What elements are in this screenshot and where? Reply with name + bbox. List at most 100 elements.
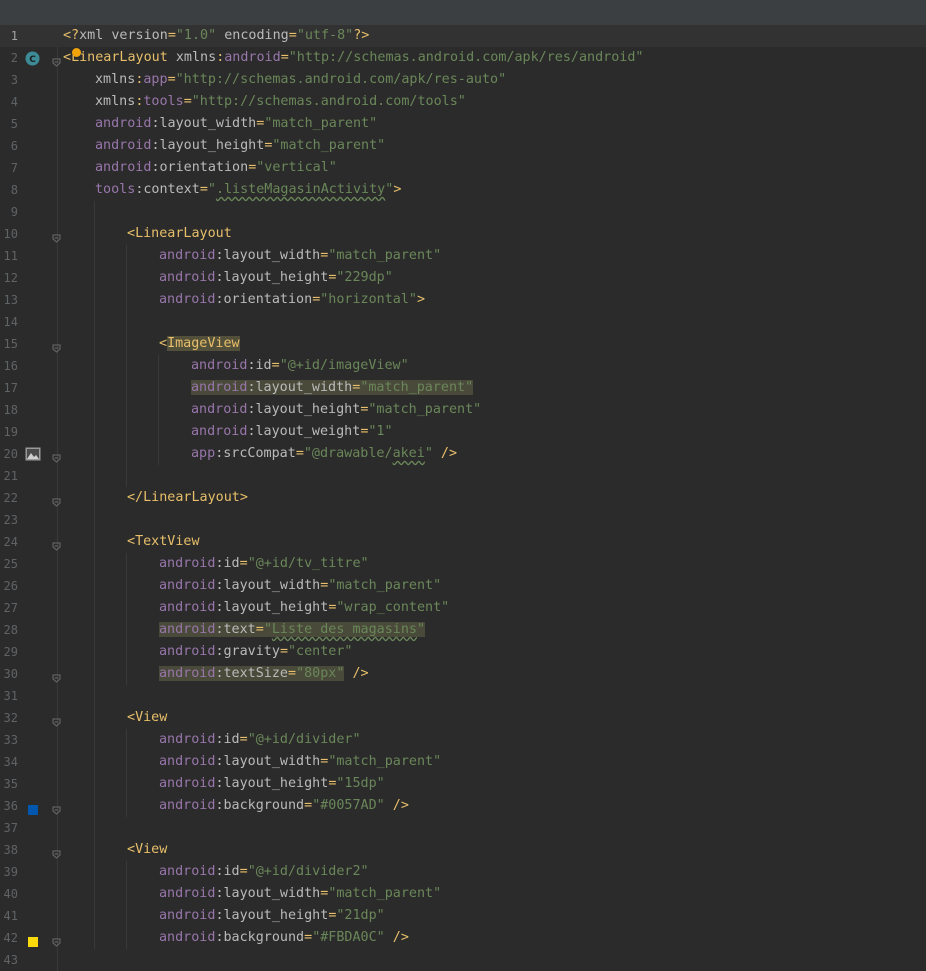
- code-token: =: [239, 864, 248, 879]
- line-number: 17: [3, 381, 18, 395]
- code-line[interactable]: 19 android:layout_weight="1": [0, 421, 926, 443]
- code-line[interactable]: 21: [0, 465, 926, 487]
- code-token: =: [295, 446, 304, 461]
- code-token: "1": [368, 424, 393, 439]
- code-line[interactable]: 23: [0, 509, 926, 531]
- code-token: :textSize: [215, 666, 288, 681]
- code-token: android: [159, 578, 216, 593]
- code-line[interactable]: 5 android:layout_width="match_parent": [0, 113, 926, 135]
- code-token: <?: [63, 28, 80, 43]
- code-text: android:layout_width="match_parent": [159, 245, 441, 267]
- line-number: 13: [3, 293, 18, 307]
- line-number: 25: [3, 557, 18, 571]
- code-line[interactable]: 9: [0, 201, 926, 223]
- code-line[interactable]: 13 android:orientation="horizontal">: [0, 289, 926, 311]
- code-line[interactable]: 2 C <LinearLayout xmlns:android="http://sc…: [0, 47, 926, 69]
- code-line[interactable]: 4 xmlns:tools="http://schemas.android.com…: [0, 91, 926, 113]
- code-line[interactable]: 12 android:layout_height="229dp": [0, 267, 926, 289]
- fold-toggle-icon[interactable]: [52, 845, 61, 859]
- code-token: :orientation: [215, 292, 313, 307]
- fold-toggle-icon[interactable]: [52, 713, 61, 727]
- code-line[interactable]: 24 <TextView: [0, 531, 926, 553]
- code-line[interactable]: 16 android:id="@+id/imageView": [0, 355, 926, 377]
- fold-toggle-icon[interactable]: [52, 229, 61, 243]
- code-line[interactable]: 14: [0, 311, 926, 333]
- code-line[interactable]: 40 android:layout_width="match_parent": [0, 883, 926, 905]
- code-line[interactable]: 35 android:layout_height="15dp": [0, 773, 926, 795]
- code-line[interactable]: 7 android:orientation="vertical": [0, 157, 926, 179]
- code-line[interactable]: 8 tools:context=".listeMagasinActivity">: [0, 179, 926, 201]
- code-token: :layout_width: [215, 754, 321, 769]
- indent-guide: [94, 201, 95, 949]
- code-text: android:id="@+id/divider": [159, 729, 361, 751]
- code-line[interactable]: 3 xmlns:app="http://schemas.android.com/a…: [0, 69, 926, 91]
- fold-toggle-icon[interactable]: [52, 801, 61, 815]
- code-line[interactable]: 38 <View: [0, 839, 926, 861]
- fold-toggle-icon[interactable]: [52, 669, 61, 683]
- fold-toggle-icon[interactable]: [52, 537, 61, 551]
- intention-bulb-icon[interactable]: [72, 48, 81, 57]
- code-token: "match_parent": [328, 754, 442, 769]
- code-line[interactable]: 29 android:gravity="center": [0, 641, 926, 663]
- code-token: =: [239, 732, 248, 747]
- code-token: android: [159, 908, 216, 923]
- code-line[interactable]: 18 android:layout_height="match_parent": [0, 399, 926, 421]
- code-line[interactable]: 37: [0, 817, 926, 839]
- fold-toggle-icon[interactable]: [52, 449, 61, 463]
- code-token: =: [167, 72, 176, 87]
- code-token: =: [167, 28, 176, 43]
- code-token: android: [159, 292, 216, 307]
- line-number: 3: [10, 73, 18, 87]
- code-line[interactable]: 10 <LinearLayout: [0, 223, 926, 245]
- code-text: <?xml version="1.0" encoding="utf-8"?>: [63, 25, 369, 47]
- code-text: android:layout_width="match_parent": [191, 377, 474, 399]
- code-editor[interactable]: 1 <?xml version="1.0" encoding="utf-8"?> 2…: [0, 25, 926, 971]
- code-line[interactable]: 36 android:background="#0057AD" />: [0, 795, 926, 817]
- code-line[interactable]: 17 android:layout_width="match_parent": [0, 377, 926, 399]
- code-line[interactable]: 43: [0, 949, 926, 971]
- code-line[interactable]: 20 app:srcCompat="@drawable/akei" />: [0, 443, 926, 465]
- code-text: android:layout_weight="1": [191, 421, 393, 443]
- line-number: 8: [10, 183, 18, 197]
- line-number: 41: [3, 909, 18, 923]
- code-line[interactable]: 6 android:layout_height="match_parent": [0, 135, 926, 157]
- code-token: android: [159, 666, 216, 681]
- code-text: android:id="@+id/imageView": [191, 355, 409, 377]
- fold-toggle-icon[interactable]: [52, 933, 61, 947]
- code-token: "http://schemas.android.com/apk/res/andr…: [288, 50, 644, 65]
- code-line[interactable]: 15 <ImageView: [0, 333, 926, 355]
- code-token: "1.0": [175, 28, 217, 43]
- code-token: android: [159, 864, 216, 879]
- code-line[interactable]: 11 android:layout_width="match_parent": [0, 245, 926, 267]
- code-token: android: [191, 358, 248, 373]
- code-line[interactable]: 42 android:background="#FBDA0C" />: [0, 927, 926, 949]
- code-line[interactable]: 30 android:textSize="80px" />: [0, 663, 926, 685]
- code-text: app:srcCompat="@drawable/akei" />: [191, 443, 457, 465]
- code-line[interactable]: 22 </LinearLayout>: [0, 487, 926, 509]
- code-line[interactable]: 1 <?xml version="1.0" encoding="utf-8"?>: [0, 25, 926, 47]
- code-token: "horizontal": [320, 292, 417, 307]
- code-token: =: [199, 182, 208, 197]
- code-token: :layout_height: [151, 138, 265, 153]
- line-number: 7: [10, 161, 18, 175]
- code-token: ": [417, 622, 426, 637]
- code-line[interactable]: 32 <View: [0, 707, 926, 729]
- code-line[interactable]: 26 android:layout_width="match_parent": [0, 575, 926, 597]
- indent-guide: [126, 245, 127, 487]
- code-line[interactable]: 28 android:text="Liste des magasins": [0, 619, 926, 641]
- code-line[interactable]: 41 android:layout_height="21dp": [0, 905, 926, 927]
- line-number: 30: [3, 667, 18, 681]
- code-token: View: [135, 842, 168, 857]
- code-line[interactable]: 39 android:id="@+id/divider2": [0, 861, 926, 883]
- code-line[interactable]: 25 android:id="@+id/tv_titre": [0, 553, 926, 575]
- code-line[interactable]: 33 android:id="@+id/divider": [0, 729, 926, 751]
- indent-guide: [126, 553, 127, 685]
- fold-toggle-icon[interactable]: [52, 53, 61, 67]
- fold-toggle-icon[interactable]: [52, 493, 61, 507]
- code-text: android:textSize="80px" />: [159, 663, 369, 685]
- code-line[interactable]: 27 android:layout_height="wrap_content": [0, 597, 926, 619]
- code-line[interactable]: 34 android:layout_width="match_parent": [0, 751, 926, 773]
- code-token: :id: [215, 556, 240, 571]
- fold-toggle-icon[interactable]: [52, 339, 61, 353]
- code-line[interactable]: 31: [0, 685, 926, 707]
